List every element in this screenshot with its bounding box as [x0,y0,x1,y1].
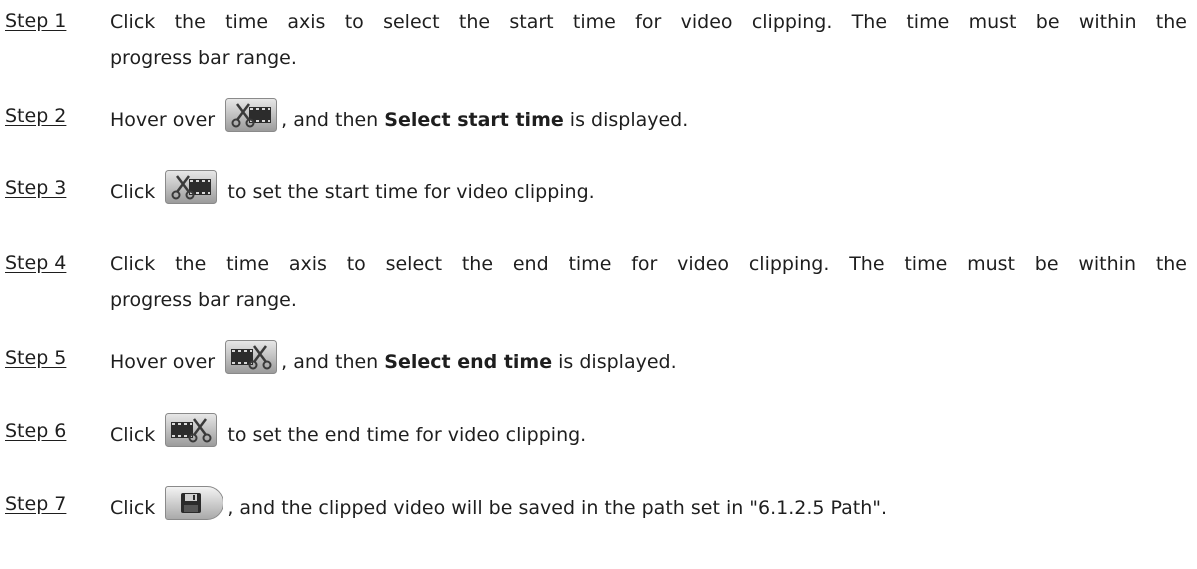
step-text: Hover over , and then Select start time … [110,98,1187,138]
step-text: Hover over , and then Select end time is… [110,340,1187,380]
step-text: Click to set the end time for video clip… [110,413,1187,453]
step-text: Click , and the clipped video will be sa… [110,486,1187,526]
step-label: Step 5 [5,347,67,369]
save-icon [165,486,224,520]
step-text-line: progress bar range. [110,289,297,311]
step-text: Click to set the start time for video cl… [110,170,1187,210]
step-text-part: , and then [281,351,385,373]
clip-start-icon [165,170,218,204]
step-text-part: to set the end time for video clipping. [221,424,587,446]
step-label: Step 6 [5,420,67,442]
step-text: Click the time axis to select the start … [110,4,1187,76]
step-label: Step 1 [5,10,67,32]
step-text-part: , and then [281,109,385,131]
clip-end-icon [225,340,278,374]
step-label: Step 2 [5,105,67,127]
step-label: Step 3 [5,177,67,199]
step-text-part: Hover over [110,351,216,373]
step-text-line: Click the time axis to select the end ti… [110,253,1187,275]
step-text-part: Hover over [110,109,216,131]
step-text-part: is displayed. [552,351,677,373]
step-text-part: Click [110,181,156,203]
clip-start-icon [225,98,278,132]
clip-end-icon [165,413,218,447]
step-label: Step 4 [5,252,67,274]
ui-text-bold: Select end time [384,351,553,373]
step-text-part: to set the start time for video clipping… [221,181,595,203]
step-text-line: progress bar range. [110,47,297,69]
step-text-part: is displayed. [563,109,689,131]
ui-text-bold: Select start time [384,109,564,131]
step-text-part: Click [110,424,156,446]
step-text-part: Click [110,497,156,519]
step-text-part: , and the clipped video will be saved in… [227,497,888,519]
step-text: Click the time axis to select the end ti… [110,246,1187,318]
step-label: Step 7 [5,493,67,515]
step-text-line: Click the time axis to select the start … [110,11,1187,33]
